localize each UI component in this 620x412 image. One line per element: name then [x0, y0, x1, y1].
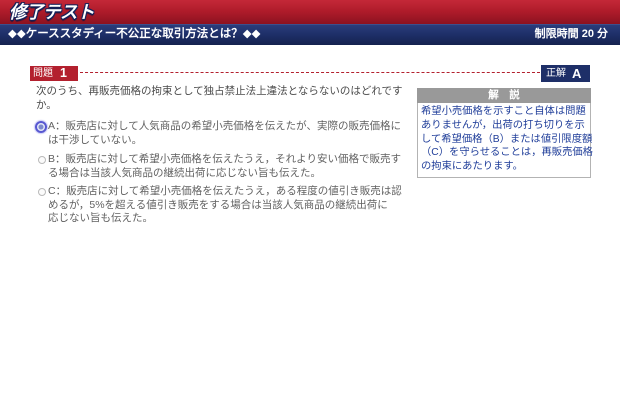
radio-option-b[interactable]	[38, 156, 46, 164]
option-c-text: C：販売店に対して希望小売価格を伝えたうえ，ある程度の値引き販売は認 めるが，5…	[48, 185, 402, 226]
section-bar: ◆◆ケーススタディー不公正な取引方法とは？◆◆ 制限時間 20 分	[0, 24, 620, 45]
section-title: ◆◆ケーススタディー不公正な取引方法とは？◆◆	[8, 28, 261, 40]
option-text-line: C：販売店に対して希望小売価格を伝えたうえ，ある程度の値引き販売は認	[48, 185, 402, 197]
explanation-body: 希望小売価格を示すこと自体は問題 ありませんが，出荷の打ち切りを示 して希望価格…	[417, 103, 593, 178]
question-text: 次のうち、再販売価格の拘束として独占禁止法上違法とならないのはどれです か。	[36, 85, 403, 112]
radio-option-c[interactable]	[38, 188, 46, 196]
option-b-text: B：販売店に対して希望小売価格を伝えたうえ，それより安い価格で販売す る場合は当…	[48, 153, 401, 180]
explanation-line: の拘束にあたります。	[421, 161, 523, 173]
time-limit: 制限時間 20 分	[534, 28, 608, 40]
explanation-line: して希望価格（B）または値引限度額	[421, 133, 593, 145]
answer-value: A	[572, 66, 582, 81]
radio-option-a[interactable]	[35, 121, 47, 133]
option-text-line: B：販売店に対して希望小売価格を伝えたうえ，それより安い価格で販売す	[48, 153, 401, 165]
option-text-line: めるが，5%を超える値引き販売をする場合は当該人気商品の継続出荷に	[48, 198, 388, 211]
question-label: 問題	[33, 68, 53, 79]
option-text-line: A：販売店に対して人気商品の希望小売価格を伝えたが、実際の販売価格に	[48, 120, 401, 132]
question-divider	[80, 72, 540, 73]
option-text-line: 応じない旨も伝えた。	[48, 212, 153, 224]
explanation-line: （C）を守らせることは，再販売価格	[421, 147, 593, 159]
question-text-line: 次のうち、再販売価格の拘束として独占禁止法上違法とならないのはどれです	[36, 85, 403, 97]
explanation-line: ありませんが，出荷の打ち切りを示	[421, 119, 585, 131]
option-text-line: る場合は当該人気商品の継続出荷に応じない旨も伝えた。	[48, 166, 321, 179]
explanation-line: 希望小売価格を示すこと自体は問題	[421, 106, 586, 117]
question-label-badge: 問題 1	[30, 66, 78, 81]
explanation-header: 解 説	[417, 88, 591, 103]
answer-label: 正解	[546, 68, 566, 79]
question-text-line: か。	[36, 98, 57, 111]
question-number: 1	[60, 66, 67, 80]
top-header: 修了テスト	[0, 0, 620, 24]
option-a-text: A：販売店に対して人気商品の希望小売価格を伝えたが、実際の販売価格に は干渉して…	[48, 120, 401, 147]
app-title: 修了テスト	[9, 2, 95, 22]
answer-badge: 正解 A	[541, 65, 590, 82]
option-text-line: は干渉していない。	[48, 133, 143, 146]
explanation-panel: 解 説 希望小売価格を示すこと自体は問題 ありませんが，出荷の打ち切りを示 して…	[417, 88, 593, 178]
